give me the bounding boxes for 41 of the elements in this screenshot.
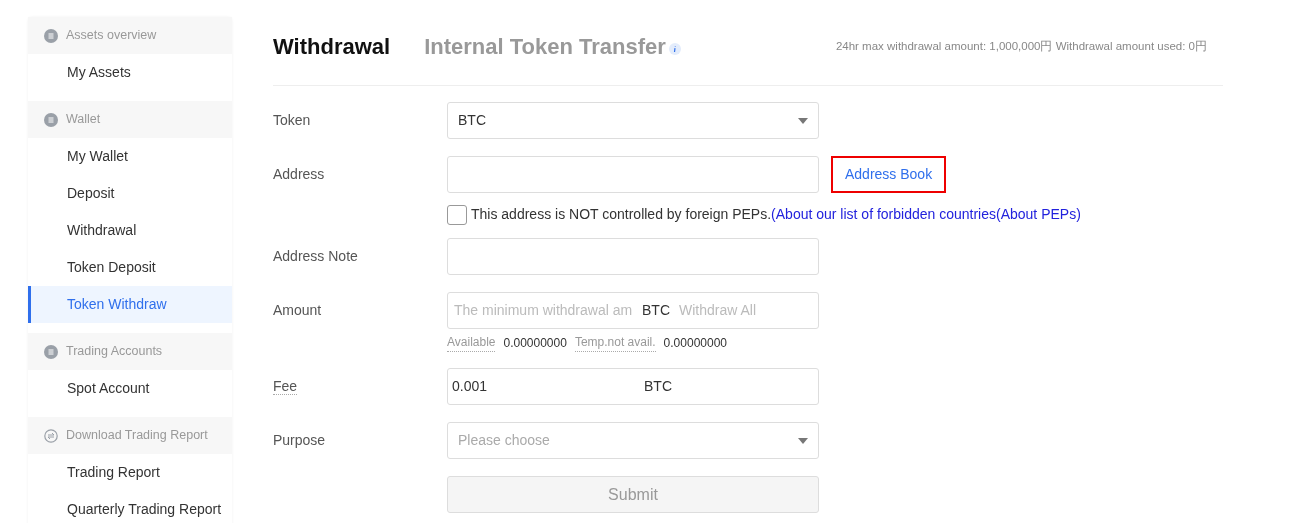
available-label: Available [447, 333, 496, 352]
group-title: Wallet [66, 111, 101, 129]
input-field[interactable] [447, 238, 819, 275]
input-field[interactable] [447, 156, 819, 193]
pep-link[interactable]: (About our list of forbidden countries(About PEPs) [771, 206, 1081, 222]
select-field[interactable]: BTC [447, 102, 819, 139]
limits-text: 24hr max withdrawal amount: 1,000,000円 Withdrawal amount used: 0円 [835, 38, 1207, 54]
category-icon [44, 344, 58, 359]
unavailable-value: 0.00000000 [663, 334, 727, 352]
sidebar-item[interactable]: Token Deposit [28, 249, 232, 286]
address-book-link[interactable]: Address Book [831, 156, 947, 193]
sidebar-item[interactable]: My Assets [28, 54, 232, 91]
category-icon [44, 112, 58, 127]
unit-text: BTC [642, 301, 670, 320]
sidebar-item[interactable]: Trading Report [28, 454, 232, 491]
pep-statement: This address is NOT controlled by foreign PEPs.(About our list of forbidden countries(About PEPs) [471, 205, 1081, 224]
fee-field: 0.001 BTC [447, 368, 819, 405]
field-label: Amount [273, 302, 322, 318]
amount-field[interactable]: The minimum withdrawal am BTC Withdraw All [447, 292, 819, 329]
sidebar-item[interactable]: Token Withdraw [28, 286, 232, 323]
sidebar-item[interactable]: Withdrawal [28, 212, 232, 249]
field-label: Address Note [273, 248, 358, 264]
checkbox[interactable] [447, 204, 467, 225]
sidebar-item[interactable]: Spot Account [28, 370, 232, 407]
sidebar-item[interactable]: Deposit [28, 175, 232, 212]
group-title: Trading Accounts [66, 343, 163, 361]
group-title: Download Trading Report [66, 427, 208, 445]
group-title: Assets overview [66, 27, 157, 45]
field-label: Address [273, 166, 325, 182]
caret-icon [798, 117, 808, 124]
caret-icon [798, 437, 808, 444]
sidebar-item[interactable]: My Wallet [28, 138, 232, 175]
exchange-icon [44, 428, 58, 443]
field-label: Token [273, 112, 311, 128]
available-value: 0.00000000 [503, 334, 567, 352]
sidebar-item[interactable]: Quarterly Trading Report [28, 491, 232, 523]
tab[interactable]: Withdrawal [273, 30, 391, 63]
field-label: Purpose [273, 432, 326, 448]
unavailable-label: Temp.not avail. [574, 333, 656, 352]
category-icon [44, 28, 58, 43]
field-label: Fee [273, 378, 298, 395]
